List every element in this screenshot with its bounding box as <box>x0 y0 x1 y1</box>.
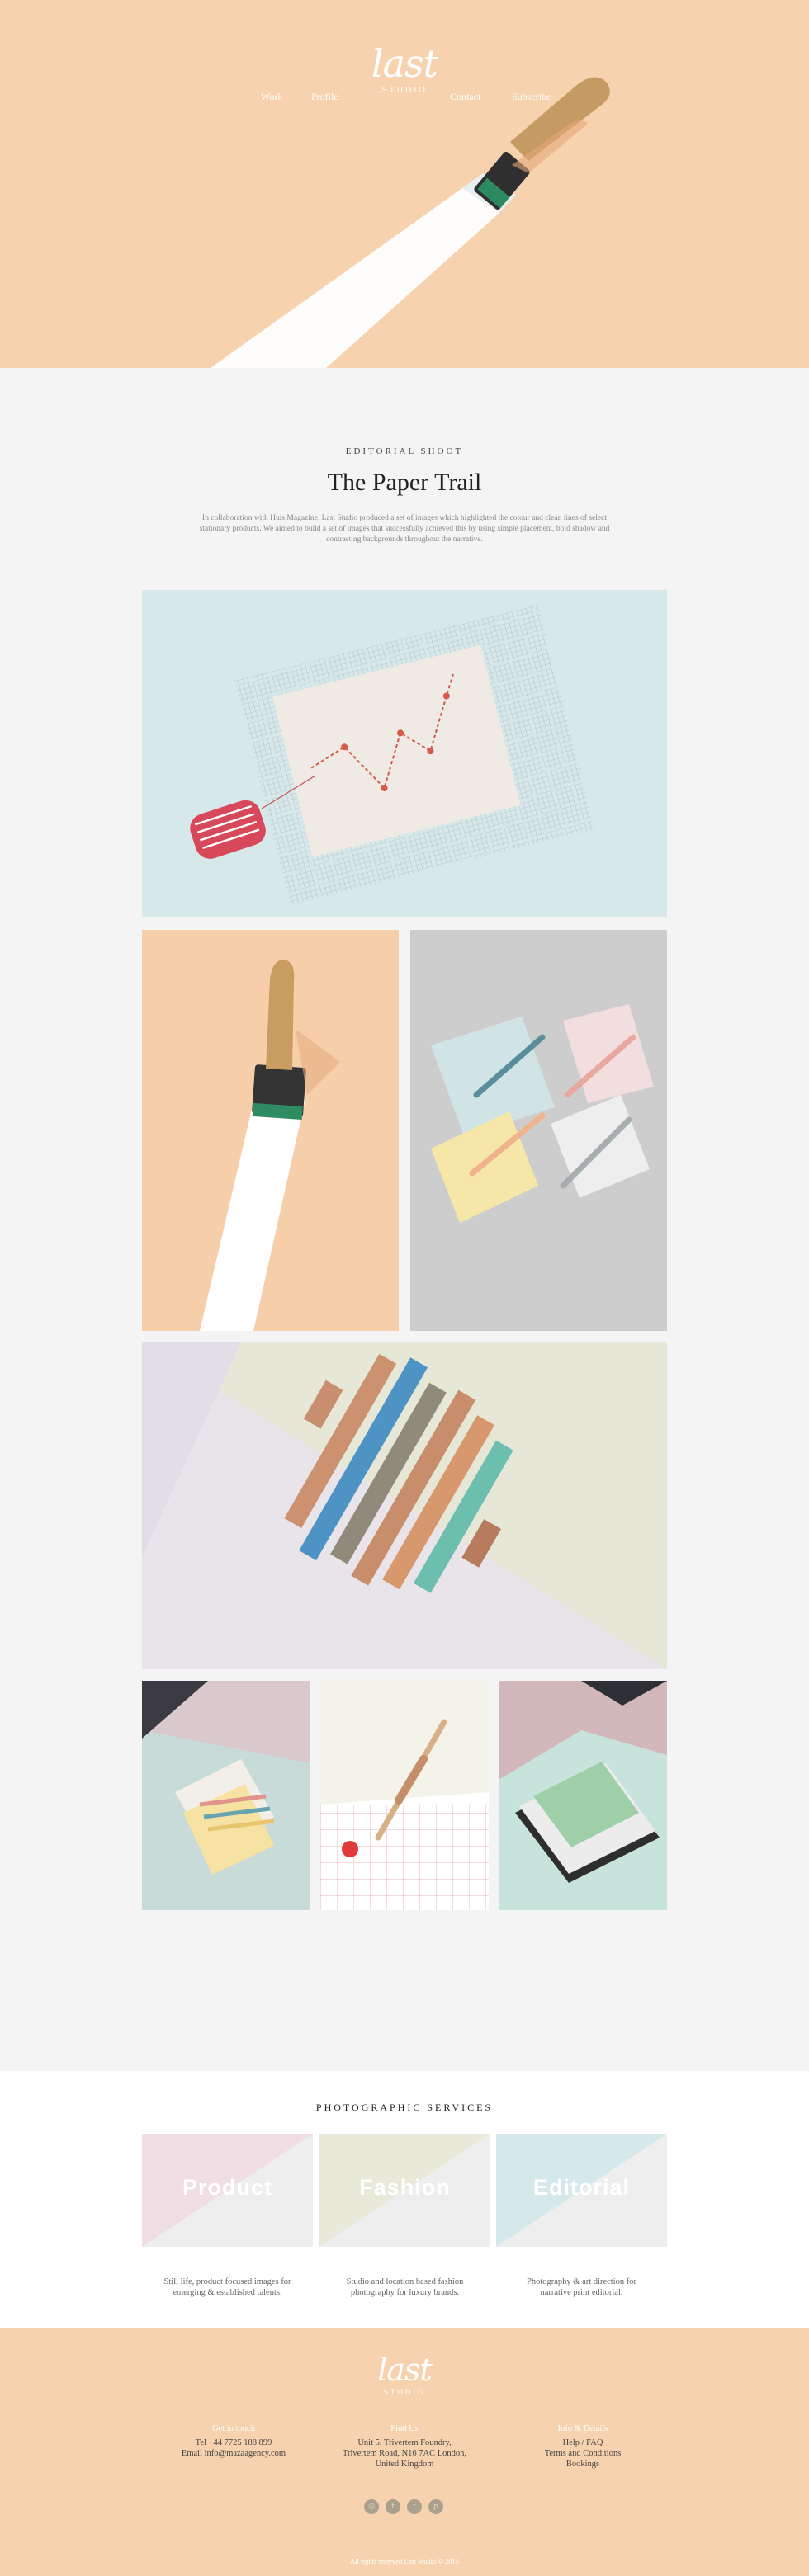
service-card-fashion[interactable]: Fashion <box>319 2134 490 2247</box>
service-label-fashion: Fashion <box>359 2175 451 2200</box>
photo-pens-cards[interactable] <box>410 930 667 1331</box>
service-desc-product-line1: Still life, product focused images for <box>163 2277 291 2286</box>
pinterest-icon[interactable]: p <box>428 2499 443 2514</box>
copyright-text: All rights reserved Last Studio © 2015 <box>349 2557 460 2565</box>
footer-address-heading: Find Us <box>390 2424 419 2433</box>
rulers-illustration <box>142 1342 667 1669</box>
service-card-editorial[interactable]: Editorial <box>496 2134 667 2247</box>
site-footer: last STUDIO Get in touch Tel +44 7725 18… <box>0 2328 809 2576</box>
facebook-icon[interactable]: f <box>386 2499 400 2514</box>
hero-banner: last STUDIO Work Profile Contact Subscri… <box>0 0 809 368</box>
service-card-product[interactable]: Product <box>142 2134 313 2247</box>
photo-grid-notepad[interactable] <box>142 590 667 917</box>
service-label-editorial: Editorial <box>532 2175 630 2200</box>
footer-logo-script: last <box>377 2352 433 2388</box>
editorial-title: The Paper Trail <box>327 469 482 496</box>
pencils-stack-illustration <box>142 1681 310 1875</box>
footer-info-column: Info & Details Help / FAQ Terms and Cond… <box>500 2423 665 2470</box>
footer-address-line2: Trivertem Road, N16 7AC London, <box>342 2449 467 2458</box>
footer-bookings-link[interactable]: Bookings <box>500 2459 665 2470</box>
site-logo[interactable]: last STUDIO <box>363 43 446 95</box>
service-desc-product-line2: emerging & established talents. <box>173 2288 282 2297</box>
footer-email[interactable]: Email info@mazaagency.com <box>151 2448 316 2459</box>
instagram-icon[interactable]: ◎ <box>364 2499 379 2514</box>
footer-address-line1: Unit 5, Trivertem Foundry, <box>357 2438 452 2447</box>
photo-fountain-pen[interactable] <box>320 1681 489 1910</box>
footer-logo-subtext: STUDIO <box>382 2388 426 2396</box>
footer-logo[interactable]: last STUDIO <box>363 2353 446 2396</box>
service-desc-fashion: Studio and location based fashion photog… <box>319 2276 490 2298</box>
notepad-illustration <box>190 605 595 905</box>
social-links: ◎ f t p <box>364 2499 447 2516</box>
service-label-product: Product <box>182 2175 272 2200</box>
photo-paintbrush[interactable] <box>142 930 399 1331</box>
notebooks-illustration <box>499 1681 667 1883</box>
services-section: PHOTOGRAPHIC SERVICES Product Fashion Ed… <box>0 2071 809 2328</box>
photo-notebooks[interactable] <box>499 1681 667 1910</box>
nav-subscribe[interactable]: Subscribe <box>512 91 551 103</box>
editorial-eyebrow: EDITORIAL SHOOT <box>345 446 464 456</box>
twitter-icon[interactable]: t <box>407 2499 422 2514</box>
footer-phone[interactable]: Tel +44 7725 188 899 <box>151 2437 316 2448</box>
nav-work[interactable]: Work <box>261 91 282 103</box>
photo-rulers[interactable] <box>142 1342 667 1669</box>
editorial-description: In collaboration with Huis Magazine, Las… <box>199 514 610 544</box>
main-nav: Work Profile Contact Subscribe <box>0 91 809 107</box>
footer-contact-column: Get in touch Tel +44 7725 188 899 Email … <box>151 2423 316 2459</box>
footer-address-column: Find Us Unit 5, Trivertem Foundry, Trive… <box>322 2423 487 2470</box>
services-title: PHOTOGRAPHIC SERVICES <box>315 2102 494 2113</box>
service-desc-editorial-line2: narrative print editorial. <box>540 2288 623 2297</box>
footer-contact-heading: Get in touch <box>212 2424 255 2433</box>
footer-help-link[interactable]: Help / FAQ <box>500 2437 665 2448</box>
service-desc-fashion-line2: photography for luxury brands. <box>350 2288 460 2297</box>
service-desc-editorial: Photography & art direction for narrativ… <box>496 2276 667 2298</box>
logo-script: last <box>371 41 438 86</box>
nav-contact[interactable]: Contact <box>450 91 480 103</box>
footer-address-line3: United Kingdom <box>375 2460 434 2469</box>
footer-info-heading: Info & Details <box>557 2424 608 2433</box>
nav-profile[interactable]: Profile <box>311 91 338 103</box>
paintbrush-illustration <box>200 960 340 1331</box>
footer-terms-link[interactable]: Terms and Conditions <box>500 2448 665 2459</box>
photo-pencils-stack[interactable] <box>142 1681 310 1910</box>
pens-cards-illustration <box>431 1004 654 1223</box>
service-desc-editorial-line1: Photography & art direction for <box>527 2277 636 2286</box>
service-desc-product: Still life, product focused images for e… <box>142 2276 313 2298</box>
fountain-pen-illustration <box>320 1719 489 1910</box>
service-desc-fashion-line1: Studio and location based fashion <box>346 2277 464 2286</box>
